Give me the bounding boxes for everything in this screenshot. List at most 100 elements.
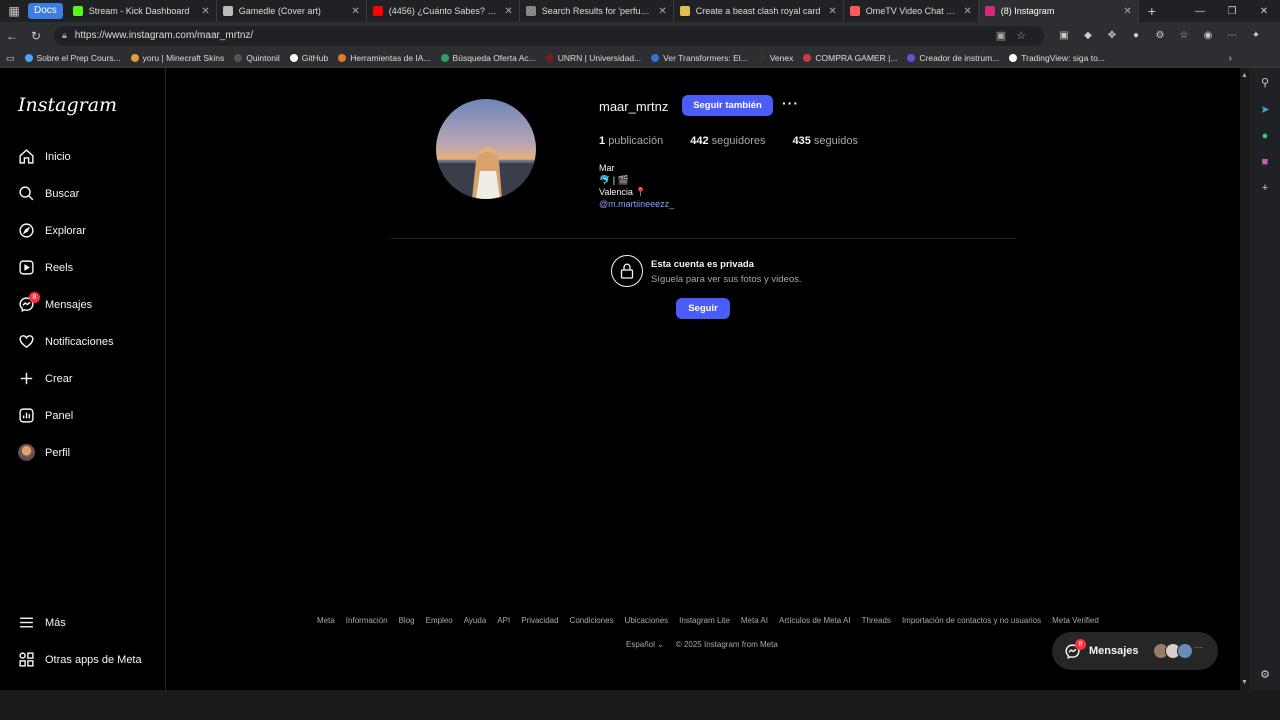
sidebar-item-perfil[interactable]: Perfil (18, 444, 70, 461)
bookmark-item[interactable]: Venex (757, 53, 793, 63)
copilot-icon[interactable]: ✦ (1244, 30, 1268, 41)
close-tab-icon[interactable]: ✕ (828, 6, 836, 17)
sidebar-item-reels[interactable]: Reels (18, 259, 73, 276)
bookmark-label: GitHub (301, 53, 329, 63)
sidebar-item-mas[interactable]: Más (18, 614, 66, 631)
new-tab-button[interactable]: + (1139, 3, 1165, 19)
extension-icon[interactable]: ◆ (1076, 30, 1100, 41)
back-icon[interactable]: ← (0, 29, 24, 43)
sidebar-settings-icon[interactable]: ⚙ (1260, 668, 1270, 681)
bookmarks-overflow-icon[interactable]: › (1229, 53, 1232, 64)
bookmark-item[interactable]: GitHub (289, 53, 329, 63)
browser-tab[interactable]: Stream - Kick Dashboard ✕ (67, 0, 217, 22)
bookmark-item[interactable]: TradingView: siga to... (1009, 53, 1105, 63)
sidebar-item-meta-apps[interactable]: Otras apps de Meta (18, 651, 142, 668)
bookmark-label: TradingView: siga to... (1021, 53, 1105, 63)
bookmark-item[interactable]: Creador de instrum... (907, 53, 999, 63)
sidebar-item-crear[interactable]: Crear (18, 370, 73, 387)
bookmark-item[interactable]: Sobre el Prep Cours... (24, 53, 121, 63)
bookmark-item[interactable]: yoru | Minecraft Skins (130, 53, 224, 63)
browser-tab[interactable]: Create a beast clash royal card ✕ (674, 0, 844, 22)
extension-icon[interactable]: ▣ (1052, 30, 1076, 41)
close-tab-icon[interactable]: ✕ (963, 6, 971, 17)
browser-tab[interactable]: Search Results for 'perfumes' - ✕ (520, 0, 674, 22)
bio-mention-link[interactable]: @m.martiineeezz_ (599, 198, 674, 210)
bookmark-item[interactable]: Quintonil (234, 53, 280, 63)
browser-tab[interactable]: OmeTV Video Chat — Om ✕ (844, 0, 979, 22)
follow-button[interactable]: Seguir (676, 298, 730, 319)
profile-avatar[interactable] (436, 99, 536, 199)
footer-link[interactable]: Condiciones (570, 616, 614, 625)
sidebar-item-notificaciones[interactable]: Notificaciones (18, 333, 113, 350)
footer-link[interactable]: Privacidad (521, 616, 558, 625)
puzzle-icon[interactable]: ✥ (1100, 30, 1124, 41)
minimize-icon[interactable]: — (1184, 6, 1216, 17)
more-options-icon[interactable]: ··· (782, 95, 799, 111)
footer-link[interactable]: API (497, 616, 510, 625)
bookmark-label: Sobre el Prep Cours... (36, 53, 121, 63)
bookmark-item[interactable]: UNRN | Universidad... (545, 53, 641, 63)
scroll-up-icon[interactable]: ▲ (1241, 72, 1248, 79)
footer-link[interactable]: Threads (862, 616, 891, 625)
messages-pill[interactable]: 8 Mensajes ··· (1052, 632, 1218, 670)
search-icon[interactable]: ⚲ (1261, 76, 1269, 89)
close-tab-icon[interactable]: ✕ (351, 6, 359, 17)
favorites-icon[interactable]: ☆ (1172, 30, 1196, 41)
followers-stat[interactable]: 442 seguidores (690, 135, 765, 147)
tab-actions-icon[interactable]: ▦ (0, 0, 28, 22)
extensions-icon[interactable]: ⚙ (1148, 30, 1172, 41)
favorite-star-icon[interactable]: ▣☆ (996, 29, 1036, 42)
bookmark-favicon-icon (1009, 54, 1018, 62)
close-tab-icon[interactable]: ✕ (504, 6, 512, 17)
docs-tab-group[interactable]: Docs (28, 3, 63, 19)
footer-link[interactable]: Instagram Lite (679, 616, 730, 625)
sidebar-item-label: Crear (45, 372, 73, 385)
close-tab-icon[interactable]: ✕ (658, 6, 666, 17)
footer-link[interactable]: Meta (317, 616, 335, 625)
bookmark-item[interactable]: Búsqueda Oferta Ac... (440, 53, 536, 63)
refresh-icon[interactable]: ↻ (24, 29, 48, 43)
restore-icon[interactable]: ❐ (1216, 6, 1248, 17)
footer-link[interactable]: Importación de contactos y no usuarios (902, 616, 1041, 625)
footer-link[interactable]: Blog (399, 616, 415, 625)
url-field[interactable]: 🔒︎ https://www.instagram.com/maar_mrtnz/… (54, 25, 1044, 46)
sidebar-item-mensajes[interactable]: 8 Mensajes (18, 292, 92, 313)
page-scrollbar[interactable]: ▲ ▼ (1240, 68, 1250, 690)
language-select[interactable]: Español ⌄ (626, 640, 664, 649)
close-window-icon[interactable]: ✕ (1248, 6, 1280, 17)
footer-link[interactable]: Artículos de Meta AI (779, 616, 851, 625)
sidebar-item-explorar[interactable]: Explorar (18, 222, 86, 239)
more-icon[interactable]: ⋯ (1220, 30, 1244, 41)
close-tab-icon[interactable]: ✕ (1123, 6, 1131, 17)
profile-stats: 1 publicación 442 seguidores 435 seguido… (599, 135, 885, 147)
following-stat[interactable]: 435 seguidos (792, 135, 857, 147)
browser-tab[interactable]: Gamedle (Cover art) ✕ (217, 0, 367, 22)
footer-link[interactable]: Información (346, 616, 388, 625)
add-sidebar-app-icon[interactable]: + (1262, 182, 1268, 194)
follow-also-button[interactable]: Seguir también (682, 95, 773, 116)
whatsapp-icon[interactable]: ● (1262, 130, 1269, 142)
close-tab-icon[interactable]: ✕ (201, 6, 209, 17)
footer-link[interactable]: Ubicaciones (625, 616, 669, 625)
footer-link[interactable]: Meta AI (741, 616, 768, 625)
browser-tab[interactable]: (8) Instagram ✕ (978, 0, 1139, 22)
bookmark-item[interactable]: Herramientas de IA... (338, 53, 431, 63)
bookmark-item[interactable]: Ver Transformers: El... (651, 53, 748, 63)
footer-link[interactable]: Ayuda (464, 616, 487, 625)
footer-link[interactable]: Empleo (426, 616, 453, 625)
browser-tab[interactable]: (4456) ¿Cuánto Sabes? 😨 100 ✕ (367, 0, 520, 22)
profile-icon[interactable]: ◉ (1196, 30, 1220, 41)
bookmark-folder-icon[interactable]: ▭ (6, 53, 15, 64)
scroll-down-icon[interactable]: ▼ (1241, 679, 1248, 686)
extension-icon[interactable]: ■ (1262, 156, 1269, 168)
sidebar-item-panel[interactable]: Panel (18, 407, 73, 424)
heart-icon (19, 335, 34, 349)
sidebar-item-buscar[interactable]: Buscar (18, 185, 79, 202)
footer-link[interactable]: Meta Verified (1052, 616, 1099, 625)
bookmark-item[interactable]: COMPRA GAMER |... (803, 53, 897, 63)
extension-icon[interactable]: ● (1124, 30, 1148, 41)
instagram-logo[interactable]: Instagram (18, 94, 117, 116)
sidebar-item-inicio[interactable]: Inicio (18, 148, 71, 165)
telegram-icon[interactable]: ➤ (1260, 103, 1269, 116)
site-info-icon[interactable]: 🔒︎ (62, 30, 67, 41)
